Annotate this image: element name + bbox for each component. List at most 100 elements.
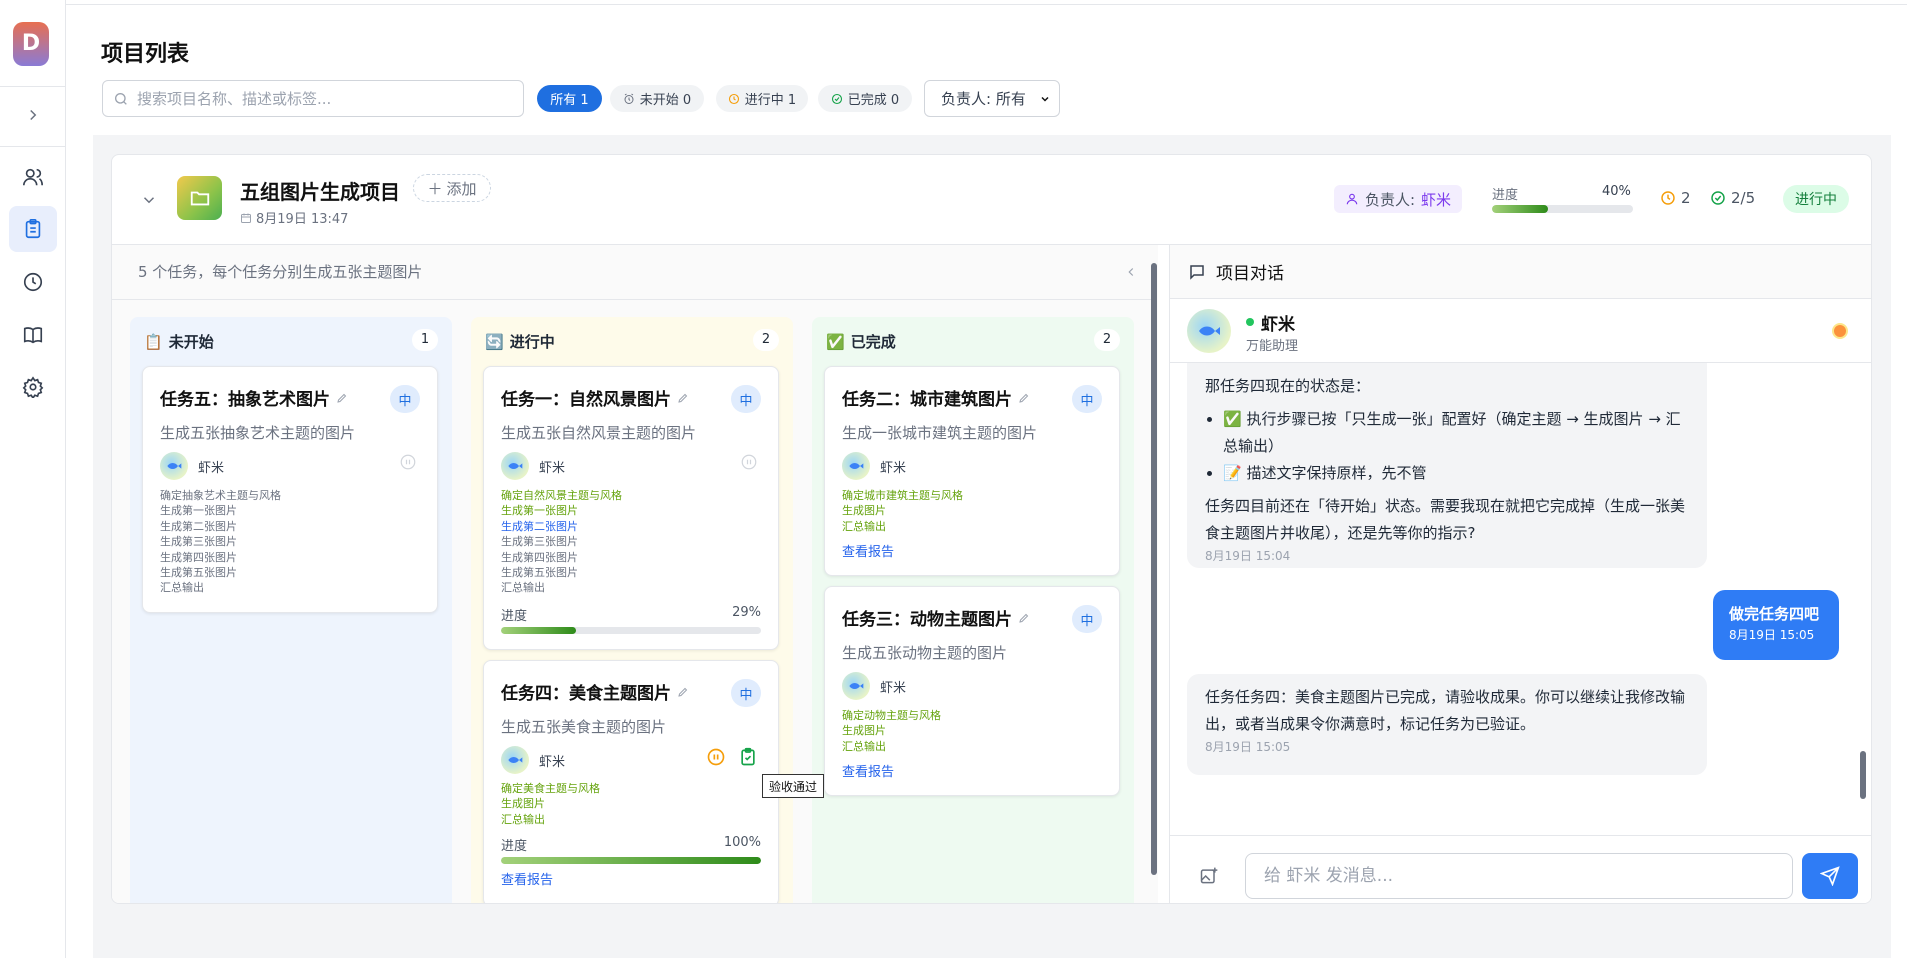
image-upload-icon[interactable] bbox=[1199, 866, 1219, 886]
description-text: 5 个任务，每个任务分别生成五张主题图片 bbox=[138, 263, 423, 281]
scrollbar-thumb[interactable] bbox=[1860, 751, 1866, 799]
column-header: ✅ 已完成 bbox=[826, 331, 896, 352]
view-report-link[interactable]: 查看报告 bbox=[501, 869, 553, 888]
book-icon bbox=[23, 327, 43, 344]
task-title: 任务三：动物主题图片 bbox=[842, 605, 1030, 630]
step-item: 生成图片 bbox=[501, 797, 545, 811]
refresh-icon: 🔄 bbox=[485, 332, 504, 351]
pause-icon[interactable] bbox=[740, 453, 758, 471]
scrollbar-thumb[interactable] bbox=[1151, 263, 1157, 875]
status-indicator-icon bbox=[1832, 323, 1848, 339]
task-card[interactable]: 任务二：城市建筑图片 中 生成一张城市建筑主题的图片 虾米 确定城市建筑主题与风… bbox=[824, 366, 1120, 576]
bullet-item: 📝 描述文字保持原样，先不管 bbox=[1223, 460, 1689, 487]
view-report-link[interactable]: 查看报告 bbox=[842, 541, 894, 560]
task-description: 生成五张抽象艺术主题的图片 bbox=[160, 424, 356, 442]
message-text: 那任务四现在的状态是： bbox=[1205, 377, 1371, 395]
edit-icon[interactable] bbox=[677, 392, 689, 404]
progress-value: 100% bbox=[723, 835, 761, 850]
avatar bbox=[160, 452, 188, 480]
top-border bbox=[66, 4, 1907, 5]
assignee: 虾米 bbox=[501, 452, 565, 480]
filter-all[interactable]: 所有 1 bbox=[537, 85, 602, 112]
task-card[interactable]: 任务一：自然风景图片 中 生成五张自然风景主题的图片 虾米 确定自然风景主题与风… bbox=[483, 366, 779, 650]
assignee: 虾米 bbox=[160, 452, 224, 480]
progress-fill bbox=[1492, 205, 1549, 213]
sidebar: D bbox=[0, 0, 66, 958]
message-list: 那任务四现在的状态是： ✅ 执行步骤已按「只生成一张」配置好（确定主题 → 生成… bbox=[1170, 363, 1871, 835]
expand-sidebar-button[interactable] bbox=[9, 92, 57, 138]
clipboard-icon bbox=[25, 219, 41, 239]
task-card[interactable]: 任务三：动物主题图片 中 生成五张动物主题的图片 虾米 确定动物主题与风格 生成… bbox=[824, 586, 1120, 796]
assignee-name: 虾米 bbox=[198, 460, 225, 476]
filter-not-started[interactable]: 未开始 0 bbox=[610, 85, 704, 112]
owner-filter-select[interactable]: 负责人: 所有 bbox=[924, 80, 1060, 117]
pause-icon[interactable] bbox=[706, 747, 726, 767]
gear-icon bbox=[22, 376, 44, 398]
task-card[interactable]: 任务四：美食主题图片 中 生成五张美食主题的图片 虾米 确定美食主题与风格 生成… bbox=[483, 660, 779, 903]
filter-in-progress[interactable]: 进行中 1 bbox=[716, 85, 808, 112]
message-time: 8月19日 15:05 bbox=[1729, 628, 1815, 642]
user-message: 做完任务四吧 8月19日 15:05 bbox=[1713, 590, 1839, 660]
task-title-text: 任务四：美食主题图片 bbox=[501, 684, 671, 704]
sidebar-item-settings[interactable] bbox=[9, 364, 57, 410]
task-title-text: 任务一：自然风景图片 bbox=[501, 390, 671, 410]
task-description: 生成一张城市建筑主题的图片 bbox=[842, 424, 1038, 442]
column-in-progress: 🔄 进行中 2 任务一：自然风景图片 中 生成五张自然风景主题的图片 虾米 确定自… bbox=[471, 317, 793, 903]
approve-check-icon[interactable] bbox=[738, 746, 758, 768]
edit-icon[interactable] bbox=[1018, 392, 1030, 404]
step-item: 汇总输出 bbox=[842, 519, 886, 533]
collapse-chevron-icon[interactable] bbox=[140, 191, 158, 209]
message-text: 任务四目前还在「待开始」状态。需要我现在就把它完成掉（生成一张美食主题图片并收尾… bbox=[1205, 497, 1686, 542]
check-box-icon: ✅ bbox=[826, 332, 845, 351]
step-item: 生成第一张图片 bbox=[160, 504, 237, 518]
project-header: 五组图片生成项目 ＋添加 8月19日 13:47 负责人: 虾米 进度 40% 2… bbox=[112, 155, 1871, 245]
filter-done[interactable]: 已完成 0 bbox=[818, 85, 912, 112]
board-scrollbar[interactable] bbox=[1150, 251, 1158, 899]
sidebar-item-users[interactable] bbox=[9, 154, 57, 200]
task-title-text: 任务三：动物主题图片 bbox=[842, 610, 1012, 630]
sidebar-item-knowledge[interactable] bbox=[9, 312, 57, 358]
step-item: 确定自然风景主题与风格 bbox=[501, 489, 622, 502]
agent-avatar bbox=[1187, 309, 1231, 353]
view-report-link[interactable]: 查看报告 bbox=[842, 761, 894, 780]
search-input[interactable] bbox=[137, 89, 517, 108]
sidebar-item-history[interactable] bbox=[9, 259, 57, 305]
message-time: 8月19日 15:05 bbox=[1205, 740, 1291, 754]
message-input[interactable] bbox=[1245, 853, 1793, 899]
task-card[interactable]: 任务五：抽象艺术图片 中 生成五张抽象艺术主题的图片 虾米 确定抽象艺术主题与风… bbox=[142, 366, 438, 613]
edit-icon[interactable] bbox=[677, 686, 689, 698]
add-label: 添加 bbox=[446, 179, 477, 198]
pause-icon[interactable] bbox=[399, 453, 417, 471]
sidebar-item-projects[interactable] bbox=[9, 206, 57, 252]
chevron-left-icon[interactable] bbox=[1124, 265, 1138, 279]
chat-scrollbar[interactable] bbox=[1859, 367, 1867, 831]
step-item: 确定抽象艺术主题与风格 bbox=[160, 489, 281, 502]
step-item: 生成第三张图片 bbox=[501, 535, 578, 549]
calendar-icon bbox=[241, 213, 251, 223]
step-item: 汇总输出 bbox=[842, 739, 886, 753]
step-item: 生成第四张图片 bbox=[160, 550, 237, 564]
search-box bbox=[102, 80, 524, 117]
step-list: 确定城市建筑主题与风格 生成图片 汇总输出 bbox=[842, 488, 963, 534]
edit-icon[interactable] bbox=[336, 392, 348, 404]
clock-icon bbox=[23, 272, 43, 292]
step-item: 生成第一张图片 bbox=[501, 504, 578, 518]
progress-label: 进度 bbox=[501, 609, 528, 624]
chevron-down-icon bbox=[1041, 96, 1049, 102]
clock-icon bbox=[1661, 191, 1675, 205]
step-item: 汇总输出 bbox=[501, 812, 545, 826]
clipboard-icon: 📋 bbox=[144, 332, 163, 351]
agent-message: 那任务四现在的状态是： ✅ 执行步骤已按「只生成一张」配置好（确定主题 → 生成… bbox=[1187, 363, 1707, 568]
task-progress-bar bbox=[501, 857, 761, 864]
project-folder-icon bbox=[177, 176, 222, 220]
send-button[interactable] bbox=[1802, 853, 1858, 899]
add-tag-button[interactable]: ＋添加 bbox=[413, 174, 491, 202]
divider bbox=[0, 86, 66, 87]
column-count: 2 bbox=[1094, 329, 1120, 351]
stat-value: 2 bbox=[1681, 189, 1691, 207]
chat-panel: 项目对话 虾米 万能助理 那任务四现在的状态是： ✅ 执行步骤已按「只生成一张」… bbox=[1169, 245, 1871, 903]
priority-badge: 中 bbox=[390, 385, 420, 413]
app-logo[interactable]: D bbox=[13, 22, 49, 66]
search-icon bbox=[115, 92, 127, 105]
edit-icon[interactable] bbox=[1018, 612, 1030, 624]
